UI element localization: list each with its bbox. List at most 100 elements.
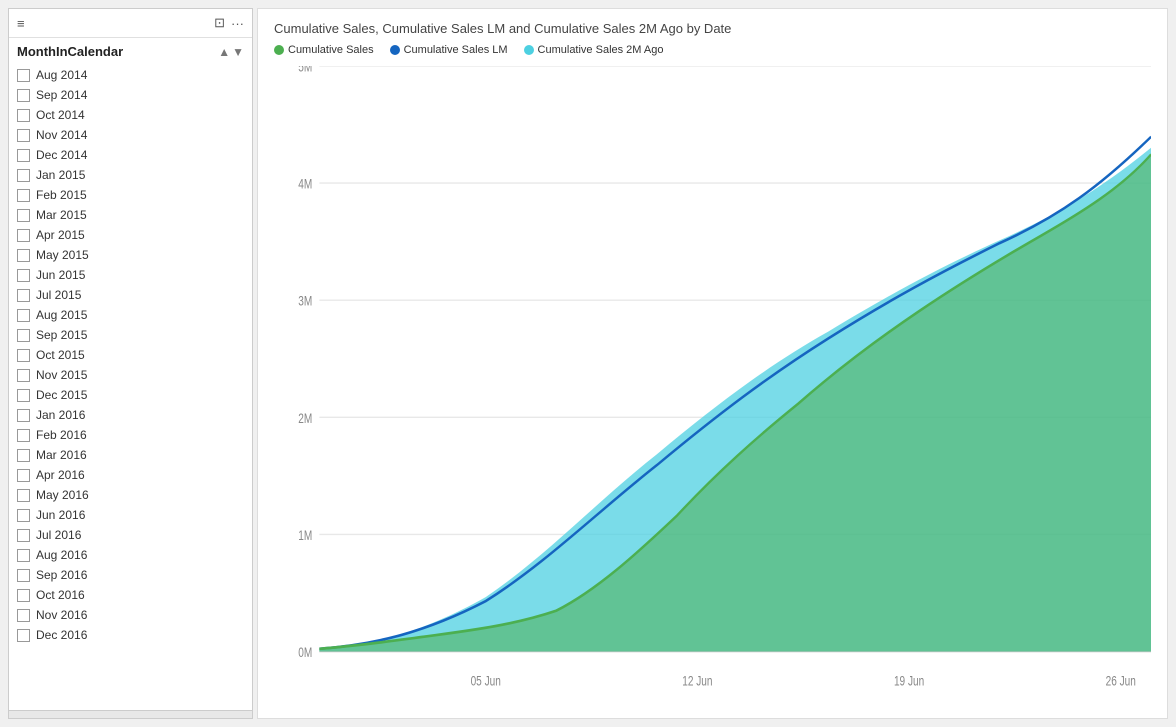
list-item[interactable]: Nov 2016 bbox=[9, 605, 252, 625]
header-action-icons: ⊡ ··· bbox=[214, 15, 244, 31]
list-item[interactable]: Jan 2016 bbox=[9, 405, 252, 425]
list-item[interactable]: May 2016 bbox=[9, 485, 252, 505]
list-item[interactable]: Jun 2015 bbox=[9, 265, 252, 285]
checkbox[interactable] bbox=[17, 109, 30, 122]
checkbox[interactable] bbox=[17, 209, 30, 222]
checkbox[interactable] bbox=[17, 489, 30, 502]
item-label: Aug 2014 bbox=[36, 68, 87, 82]
hamburger-icon[interactable]: ≡ bbox=[17, 16, 25, 31]
checkbox[interactable] bbox=[17, 289, 30, 302]
list-item[interactable]: Jul 2015 bbox=[9, 285, 252, 305]
item-label: Aug 2015 bbox=[36, 308, 87, 322]
item-label: Apr 2016 bbox=[36, 468, 85, 482]
item-label: Dec 2015 bbox=[36, 388, 87, 402]
checkbox[interactable] bbox=[17, 429, 30, 442]
checkbox[interactable] bbox=[17, 589, 30, 602]
list-item[interactable]: Sep 2015 bbox=[9, 325, 252, 345]
list-item[interactable]: Mar 2016 bbox=[9, 445, 252, 465]
list-item[interactable]: Dec 2016 bbox=[9, 625, 252, 645]
legend-label: Cumulative Sales bbox=[288, 44, 374, 56]
list-item[interactable]: Aug 2014 bbox=[9, 65, 252, 85]
item-label: Oct 2016 bbox=[36, 588, 85, 602]
item-label: Dec 2014 bbox=[36, 148, 87, 162]
checkbox[interactable] bbox=[17, 529, 30, 542]
panel-title-row: MonthInCalendar ▲ ▼ bbox=[9, 38, 252, 63]
list-item[interactable]: Aug 2016 bbox=[9, 545, 252, 565]
sort-down-icon[interactable]: ▼ bbox=[232, 45, 244, 59]
checkbox[interactable] bbox=[17, 629, 30, 642]
list-item[interactable]: Jan 2015 bbox=[9, 165, 252, 185]
item-label: Nov 2014 bbox=[36, 128, 87, 142]
checkbox[interactable] bbox=[17, 229, 30, 242]
item-label: Nov 2015 bbox=[36, 368, 87, 382]
checkbox[interactable] bbox=[17, 129, 30, 142]
list-item[interactable]: Oct 2015 bbox=[9, 345, 252, 365]
item-label: Jun 2015 bbox=[36, 268, 85, 282]
svg-text:4M: 4M bbox=[298, 176, 312, 192]
checkbox[interactable] bbox=[17, 469, 30, 482]
list-item[interactable]: Jul 2016 bbox=[9, 525, 252, 545]
checkbox[interactable] bbox=[17, 149, 30, 162]
list-item[interactable]: Aug 2015 bbox=[9, 305, 252, 325]
panel-title: MonthInCalendar bbox=[17, 44, 123, 59]
chart-panel: Cumulative Sales, Cumulative Sales LM an… bbox=[257, 8, 1168, 719]
checkbox[interactable] bbox=[17, 549, 30, 562]
list-item[interactable]: Apr 2016 bbox=[9, 465, 252, 485]
item-label: Jul 2015 bbox=[36, 288, 81, 302]
svg-text:1M: 1M bbox=[298, 527, 312, 543]
item-label: Dec 2016 bbox=[36, 628, 87, 642]
list-item[interactable]: Nov 2015 bbox=[9, 365, 252, 385]
checkbox[interactable] bbox=[17, 609, 30, 622]
item-label: Jul 2016 bbox=[36, 528, 81, 542]
sort-icons: ▲ ▼ bbox=[218, 45, 244, 59]
sort-up-icon[interactable]: ▲ bbox=[218, 45, 230, 59]
list-item[interactable]: Oct 2014 bbox=[9, 105, 252, 125]
more-icon[interactable]: ··· bbox=[231, 16, 244, 31]
legend-item: Cumulative Sales LM bbox=[390, 44, 508, 56]
header-icons: ≡ bbox=[17, 16, 25, 31]
checkbox[interactable] bbox=[17, 409, 30, 422]
checkbox[interactable] bbox=[17, 169, 30, 182]
month-list: Aug 2014 Sep 2014 Oct 2014 Nov 2014 Dec 2014… bbox=[9, 63, 252, 710]
filter-panel: ≡ ⊡ ··· MonthInCalendar ▲ ▼ Aug 2014 Sep … bbox=[8, 8, 253, 719]
checkbox[interactable] bbox=[17, 329, 30, 342]
item-label: May 2015 bbox=[36, 248, 89, 262]
list-item[interactable]: May 2015 bbox=[9, 245, 252, 265]
list-item[interactable]: Feb 2016 bbox=[9, 425, 252, 445]
checkbox[interactable] bbox=[17, 349, 30, 362]
panel-scrollbar-bottom bbox=[9, 710, 252, 718]
expand-icon[interactable]: ⊡ bbox=[214, 15, 225, 31]
checkbox[interactable] bbox=[17, 89, 30, 102]
svg-text:0M: 0M bbox=[298, 644, 312, 660]
checkbox[interactable] bbox=[17, 449, 30, 462]
checkbox[interactable] bbox=[17, 369, 30, 382]
list-item[interactable]: Mar 2015 bbox=[9, 205, 252, 225]
list-item[interactable]: Feb 2015 bbox=[9, 185, 252, 205]
item-label: May 2016 bbox=[36, 488, 89, 502]
item-label: Jun 2016 bbox=[36, 508, 85, 522]
chart-legend: Cumulative Sales Cumulative Sales LM Cumul… bbox=[274, 44, 1151, 56]
legend-label: Cumulative Sales 2M Ago bbox=[538, 44, 664, 56]
list-item[interactable]: Jun 2016 bbox=[9, 505, 252, 525]
item-label: Aug 2016 bbox=[36, 548, 87, 562]
list-item[interactable]: Sep 2014 bbox=[9, 85, 252, 105]
checkbox[interactable] bbox=[17, 309, 30, 322]
list-item[interactable]: Sep 2016 bbox=[9, 565, 252, 585]
list-item[interactable]: Apr 2015 bbox=[9, 225, 252, 245]
svg-text:3M: 3M bbox=[298, 293, 312, 309]
checkbox[interactable] bbox=[17, 569, 30, 582]
list-item[interactable]: Oct 2016 bbox=[9, 585, 252, 605]
item-label: Sep 2014 bbox=[36, 88, 87, 102]
legend-dot bbox=[524, 45, 534, 55]
checkbox[interactable] bbox=[17, 509, 30, 522]
legend-dot bbox=[274, 45, 284, 55]
checkbox[interactable] bbox=[17, 389, 30, 402]
list-item[interactable]: Dec 2014 bbox=[9, 145, 252, 165]
checkbox[interactable] bbox=[17, 189, 30, 202]
checkbox[interactable] bbox=[17, 69, 30, 82]
item-label: Mar 2016 bbox=[36, 448, 87, 462]
checkbox[interactable] bbox=[17, 249, 30, 262]
checkbox[interactable] bbox=[17, 269, 30, 282]
list-item[interactable]: Nov 2014 bbox=[9, 125, 252, 145]
list-item[interactable]: Dec 2015 bbox=[9, 385, 252, 405]
